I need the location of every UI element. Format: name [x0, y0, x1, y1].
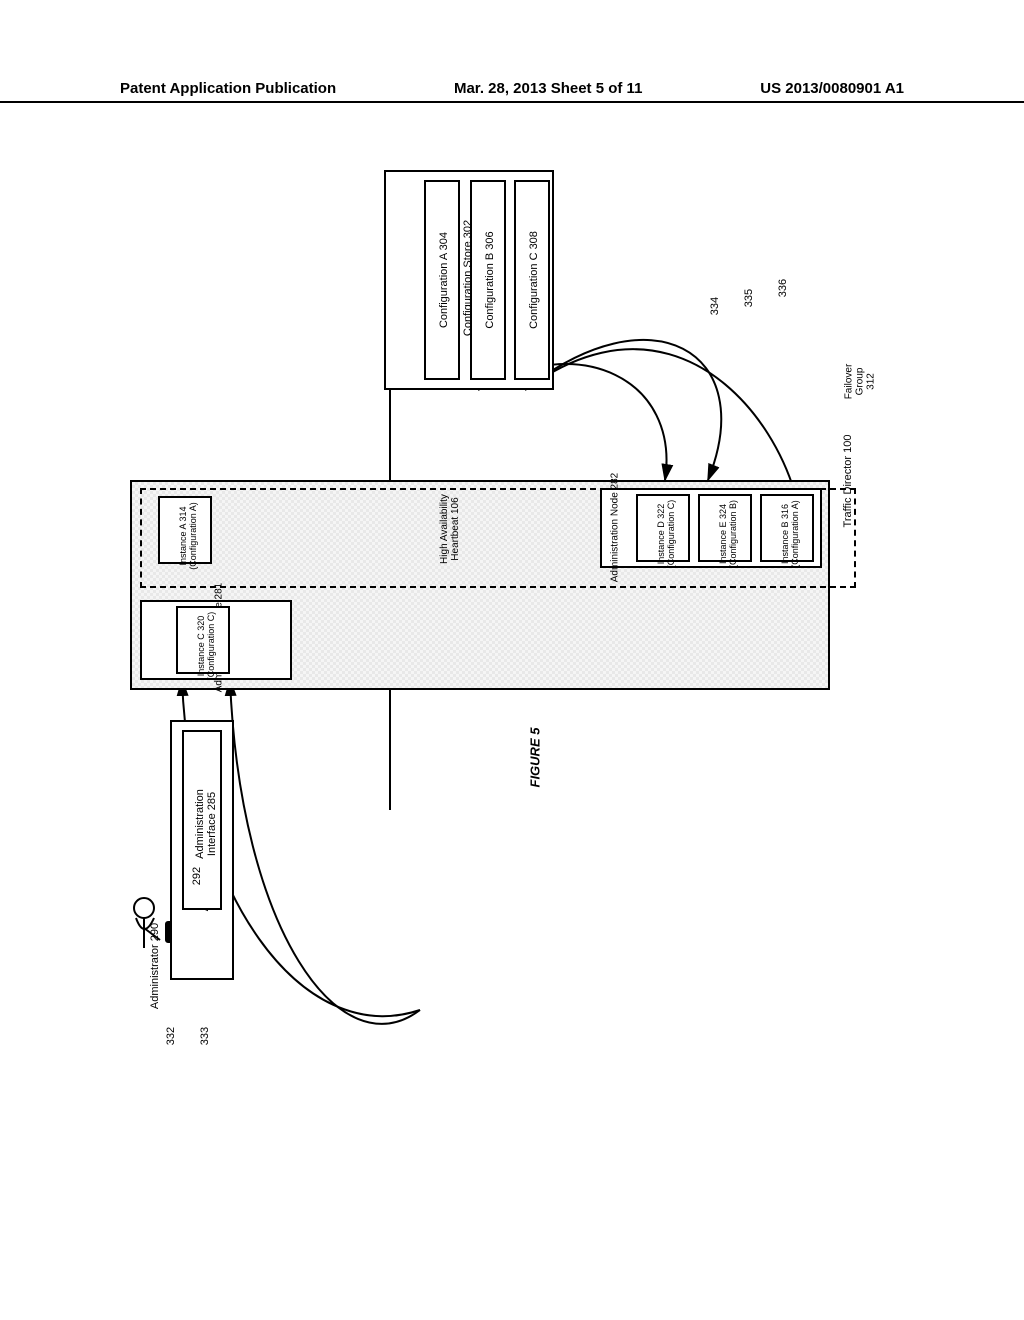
- config-b-label: Configuration B 306: [484, 190, 496, 370]
- ref-334: 334: [709, 291, 721, 321]
- header-right: US 2013/0080901 A1: [760, 80, 904, 97]
- config-a-label: Configuration A 304: [438, 190, 450, 370]
- instance-a-label: Instance A 314 (Configuration A): [178, 472, 198, 600]
- config-c-label: Configuration C 308: [528, 190, 540, 370]
- figure-canvas: Administrator 290: [120, 170, 900, 1130]
- failover-group: [140, 488, 856, 588]
- config-c: Configuration C 308: [514, 180, 550, 380]
- page-header: Patent Application Publication Mar. 28, …: [0, 80, 1024, 103]
- instance-c: Instance C 320 (Configuration C): [176, 606, 230, 674]
- header-center: Mar. 28, 2013 Sheet 5 of 11: [454, 80, 642, 97]
- ref-336: 336: [777, 273, 789, 303]
- instance-a: Instance A 314 (Configuration A): [158, 496, 212, 564]
- ref-333: 333: [199, 1021, 211, 1051]
- instance-c-label: Instance C 320 (Configuration C): [196, 582, 216, 710]
- header-left: Patent Application Publication: [120, 80, 336, 97]
- ref-332: 332: [165, 1021, 177, 1051]
- ref-292: 292: [191, 861, 203, 891]
- heartbeat-label: High Availability Heartbeat 106: [439, 449, 461, 609]
- figure-caption: FIGURE 5: [528, 698, 543, 788]
- administrator-label: Administrator 290: [149, 901, 161, 1031]
- config-a: Configuration A 304: [424, 180, 460, 380]
- failover-label: Failover Group 312: [844, 342, 877, 422]
- ref-335: 335: [743, 283, 755, 313]
- config-b: Configuration B 306: [470, 180, 506, 380]
